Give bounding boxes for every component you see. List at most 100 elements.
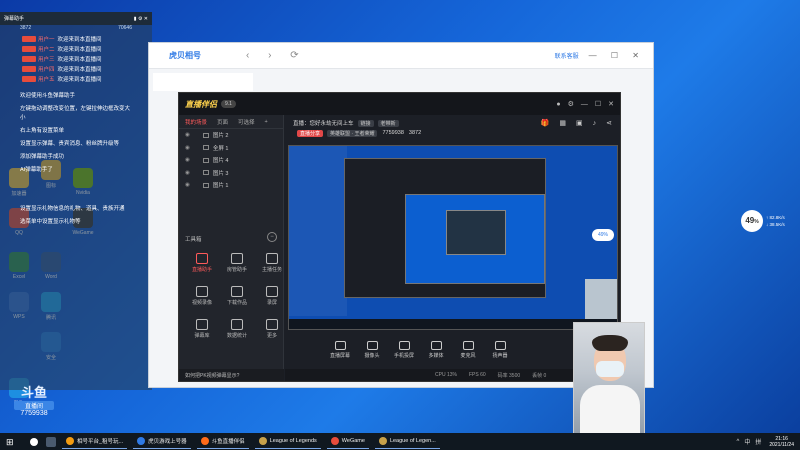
share-tag[interactable]: 直播分享 (297, 129, 324, 137)
task-view-icon[interactable] (46, 436, 56, 447)
danmu-notes: 欢迎使用斗鱼弹幕助手 左键拖动调整改变位置，左键拉伸边框改变大小 右上角有设置菜单设… (0, 90, 152, 229)
record-icon[interactable]: ▣ (576, 119, 583, 127)
tab-optional[interactable]: 可选择 (238, 118, 255, 126)
taskbar-app[interactable]: 相号平台_租号玩... (62, 434, 128, 449)
danmu-text: 欢迎来到本直播间 (57, 47, 102, 53)
source-button[interactable]: 多媒体 (421, 339, 451, 359)
close-icon[interactable]: ✕ (608, 100, 614, 108)
visibility-icon[interactable]: ◉ (185, 157, 190, 163)
helper-support-link[interactable]: 联系客服 (555, 51, 579, 60)
taskbar-app-icon (330, 437, 339, 445)
source-button[interactable]: 扬声器 (485, 339, 515, 359)
danmu-line: 用户三 欢迎来到本直播间 (0, 54, 152, 64)
stream-preview[interactable] (288, 145, 618, 330)
status-item: CPU 13% (435, 372, 457, 378)
taskbar-app[interactable]: 虎贝游戏上号器 (133, 434, 191, 449)
danmu-system-note: 添加弹幕助手成功 (20, 154, 65, 160)
stat-hot: 70646 (118, 25, 132, 31)
source-label: 麦克风 (460, 353, 476, 359)
preview-taskbar (289, 319, 617, 329)
tool-button[interactable]: 直播助手 (185, 253, 219, 273)
stream-title[interactable]: 您好永劫无间上车 (310, 119, 354, 127)
tool-button[interactable]: 主播任务 (255, 253, 289, 273)
scene-item[interactable]: ◉ 全屏 1 (179, 142, 283, 155)
preview-nested-window-2 (446, 210, 506, 255)
tool-button[interactable]: 弹幕库 (185, 319, 219, 339)
upload-speed: ↑ 82.8K/s (766, 215, 785, 220)
calendar-icon[interactable]: ▦ (559, 119, 566, 127)
helper-account-card (153, 73, 253, 91)
helper-titlebar[interactable]: 虎贝相号 ‹ › ⟳ 联系客服 — ☐ ✕ (149, 43, 653, 69)
live-titlebar[interactable]: 直播伴侣 9.1 ● ⚙ — ☐ ✕ (179, 93, 620, 115)
search-icon[interactable] (30, 437, 38, 446)
room-sub-label: 直播间 (14, 401, 54, 410)
network-monitor[interactable]: 49% ↑ 82.8K/s ↓ 38.5K/s (741, 209, 795, 233)
helper-nav[interactable]: ‹ › ⟳ (246, 50, 307, 61)
source-button[interactable]: 直播屏幕 (325, 339, 355, 359)
danmu-line: 用户五 欢迎来到本直播间 (0, 74, 152, 84)
minimize-icon[interactable]: — (581, 101, 588, 108)
add-scene-icon[interactable]: + (265, 119, 268, 125)
danmu-titlebar[interactable]: 弹幕助手 ▮ ⚙ ✕ (0, 12, 152, 25)
tray-lang[interactable]: 中 (744, 437, 750, 446)
danmu-overlay[interactable]: 弹幕助手 ▮ ⚙ ✕ 3872 70646 用户一 欢迎来到本直播间 用户二 欢迎来到… (0, 12, 152, 390)
danmu-list: 用户一 欢迎来到本直播间 用户二 欢迎来到本直播间 用户三 欢迎来到本直播间 用户四 欢迎来到… (0, 34, 152, 84)
tool-button[interactable]: 更多 (255, 319, 289, 339)
tool-label: 房管助手 (226, 267, 247, 273)
pin-icon[interactable]: ▮ ⚙ ✕ (134, 16, 148, 22)
category-tag[interactable]: 英雄联盟 · 王者荣耀 (327, 129, 378, 137)
tool-button[interactable]: 下载作品 (220, 286, 254, 306)
visibility-icon[interactable]: ◉ (185, 145, 190, 151)
maximize-icon[interactable]: ☐ (595, 100, 601, 108)
tool-icon (196, 319, 208, 330)
scene-label: 图片 1 (212, 183, 229, 190)
taskbar: ⊞ 相号平台_租号玩... 虎贝游戏上号器 斗鱼直播伴侣 League of Lege… (0, 433, 800, 450)
helper-window-controls[interactable]: — ☐ ✕ (589, 51, 645, 60)
taskbar-app[interactable]: League of Legends (254, 434, 321, 449)
scene-item[interactable]: ◉ 图片 4 (179, 154, 283, 167)
gift-icon[interactable]: 🎁 (541, 119, 550, 127)
stream-mode-tag[interactable]: 老带新 (377, 119, 399, 127)
live-companion-window[interactable]: 直播伴侣 9.1 ● ⚙ — ☐ ✕ 我的场景 页面 可选择 + ◉ 图片 2 ◉ 全… (178, 92, 621, 382)
start-button[interactable]: ⊞ (6, 437, 22, 447)
tab-scenes[interactable]: 我的场景 (185, 118, 207, 126)
stream-link-tag[interactable]: 链接 (357, 119, 374, 127)
source-button[interactable]: 手机投屏 (389, 339, 419, 359)
tool-button[interactable]: 数据统计 (220, 319, 254, 339)
webcam-person-mask (596, 361, 624, 377)
status-bar: CPU 13% FPS 60 码率 3500 丢帧 0 (285, 369, 620, 381)
help-tip[interactable]: 如何把PK视频弹幕显示? (179, 369, 284, 381)
taskbar-app[interactable]: League of Legen... (374, 434, 440, 449)
toolbox-collapse-icon[interactable]: − (267, 232, 277, 242)
bell-icon[interactable]: ♪ (593, 120, 597, 127)
scene-item[interactable]: ◉ 图片 2 (179, 129, 283, 142)
tool-label: 直播助手 (191, 267, 212, 273)
tray-ime[interactable]: 拼 (755, 437, 761, 446)
taskbar-app-icon (137, 437, 146, 445)
source-button[interactable]: 摄像头 (357, 339, 387, 359)
source-button[interactable]: 麦克风 (453, 339, 483, 359)
tab-pages[interactable]: 页面 (217, 118, 228, 126)
visibility-icon[interactable]: ◉ (185, 132, 190, 138)
tray-overflow-icon[interactable]: ^ (736, 439, 739, 445)
scene-item[interactable]: ◉ 图片 1 (179, 179, 283, 192)
taskbar-app[interactable]: 斗鱼直播伴侣 (196, 434, 249, 449)
avatar-icon[interactable]: ● (556, 101, 560, 108)
visibility-icon[interactable]: ◉ (185, 182, 190, 188)
scene-panel: 我的场景 页面 可选择 + ◉ 图片 2 ◉ 全屏 1 ◉ 图片 4 ◉ 图片 3 ◉ 图片 1 … (179, 115, 284, 381)
float-percent-badge[interactable]: 49% (592, 229, 614, 241)
taskbar-app[interactable]: WeGame (326, 434, 369, 449)
tool-button[interactable]: 视频录像 (185, 286, 219, 306)
clock[interactable]: 21:16 2021/11/24 (769, 436, 794, 448)
danmu-line: 用户一 欢迎来到本直播间 (0, 34, 152, 44)
tool-button[interactable]: 房管助手 (220, 253, 254, 273)
visibility-icon[interactable]: ◉ (185, 170, 190, 176)
scene-item[interactable]: ◉ 图片 3 (179, 167, 283, 180)
tool-icon (266, 319, 278, 330)
tool-button[interactable]: 录屏 (255, 286, 289, 306)
share-icon[interactable]: ⋖ (606, 119, 612, 127)
tool-label: 弹幕库 (194, 333, 210, 339)
stream-info: 直播： 您好永劫无间上车 链接 老带新 🎁 ▦ ▣ ♪ ⋖ 直播分享 英雄联盟 … (285, 115, 620, 141)
danmu-text: 欢迎来到本直播间 (57, 37, 102, 43)
settings-icon[interactable]: ⚙ (568, 100, 574, 108)
